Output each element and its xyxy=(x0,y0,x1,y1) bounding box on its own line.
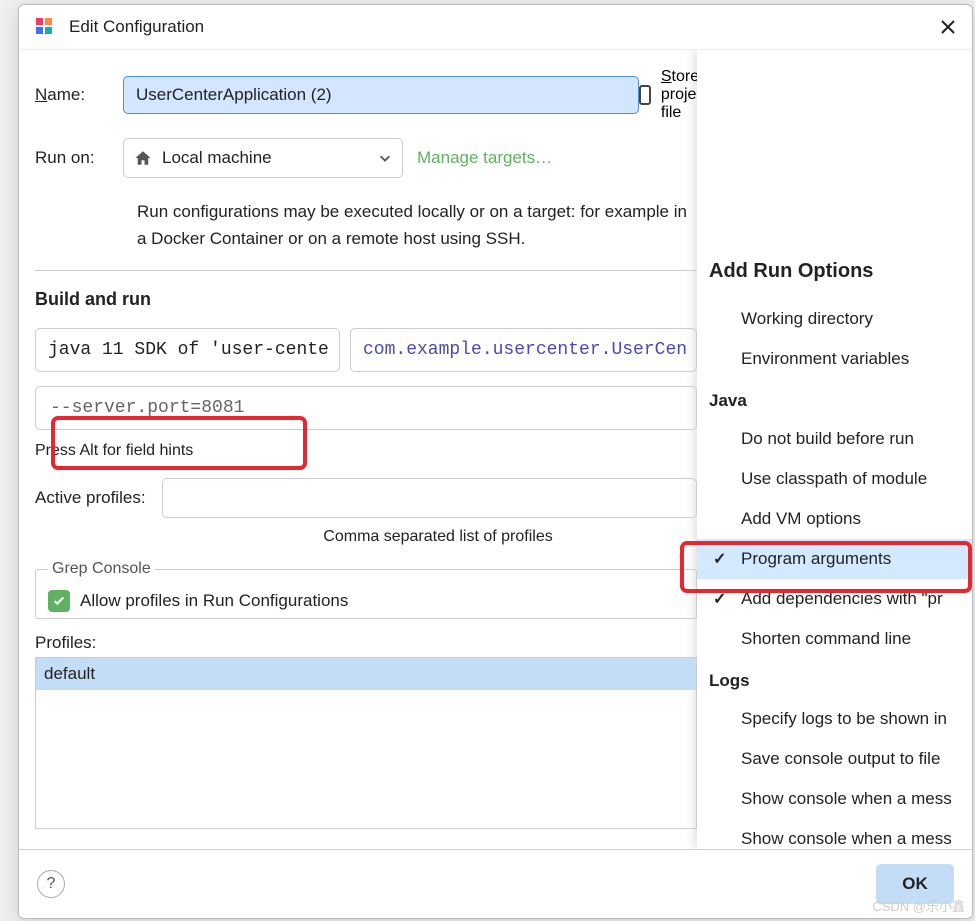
name-input[interactable] xyxy=(123,76,639,114)
dialog-body: Name: Store as project file Run on: Loca xyxy=(19,50,972,849)
option-show-console-2[interactable]: Show console when a mess xyxy=(697,819,972,849)
option-program-arguments[interactable]: ✓ Program arguments xyxy=(697,539,972,579)
close-icon xyxy=(940,19,956,35)
name-row: Name: Store as project file xyxy=(35,68,697,122)
build-and-run-header: Build and run xyxy=(35,289,697,310)
option-working-directory[interactable]: Working directory xyxy=(697,299,972,339)
dialog-title: Edit Configuration xyxy=(69,17,938,37)
add-run-options-title: Add Run Options xyxy=(697,238,972,299)
option-show-console-1[interactable]: Show console when a mess xyxy=(697,779,972,819)
dialog-footer: ? OK xyxy=(19,849,972,918)
option-specify-logs[interactable]: Specify logs to be shown in xyxy=(697,699,972,739)
profiles-item-default[interactable]: default xyxy=(36,658,696,690)
grep-console-fieldset: Grep Console Allow profiles in Run Confi… xyxy=(35,560,697,619)
close-button[interactable] xyxy=(938,17,958,37)
check-icon: ✓ xyxy=(713,549,726,569)
check-icon: ✓ xyxy=(713,589,726,609)
divider xyxy=(35,270,697,271)
manage-targets-link[interactable]: Manage targets… xyxy=(417,148,552,168)
help-button[interactable]: ? xyxy=(37,870,65,898)
edit-configuration-dialog: Edit Configuration Name: Store as projec… xyxy=(18,4,973,919)
option-environment-variables[interactable]: Environment variables xyxy=(697,339,972,379)
program-arguments-field[interactable]: --server.port=8081 xyxy=(35,386,697,430)
options-section-logs: Logs xyxy=(697,659,972,699)
runon-label: Run on: xyxy=(35,148,105,168)
runon-select[interactable]: Local machine xyxy=(123,138,403,178)
option-do-not-build[interactable]: Do not build before run xyxy=(697,419,972,459)
option-shorten-command-line[interactable]: Shorten command line xyxy=(697,619,972,659)
program-arguments-value: --server.port=8081 xyxy=(50,398,244,418)
active-profiles-row: Active profiles: xyxy=(35,478,697,518)
grep-console-legend: Grep Console xyxy=(48,560,155,578)
name-label: Name: xyxy=(35,85,105,105)
add-run-options-panel: Add Run Options Working directory Enviro… xyxy=(697,50,972,849)
sdk-field[interactable]: java 11 SDK of 'user-cente xyxy=(35,328,340,372)
runon-value: Local machine xyxy=(162,148,368,168)
intellij-icon xyxy=(33,15,57,39)
main-panel: Name: Store as project file Run on: Loca xyxy=(19,50,697,849)
build-run-row: java 11 SDK of 'user-cente com.example.u… xyxy=(35,328,697,372)
active-profiles-input[interactable] xyxy=(162,478,697,518)
profiles-label: Profiles: xyxy=(35,633,697,653)
option-add-vm-options[interactable]: Add VM options xyxy=(697,499,972,539)
store-checkbox[interactable] xyxy=(639,85,651,105)
store-label: Store as project file xyxy=(661,68,697,122)
options-section-java: Java xyxy=(697,379,972,419)
option-use-classpath[interactable]: Use classpath of module xyxy=(697,459,972,499)
chevron-down-icon xyxy=(378,151,392,165)
description-text: Run configurations may be executed local… xyxy=(137,198,697,252)
titlebar: Edit Configuration xyxy=(19,5,972,50)
allow-profiles-checkbox[interactable]: Allow profiles in Run Configurations xyxy=(48,590,684,612)
checkbox-checked-icon xyxy=(48,590,70,612)
option-save-console-output[interactable]: Save console output to file xyxy=(697,739,972,779)
field-hints-text: Press Alt for field hints xyxy=(35,442,697,460)
store-as-project-file[interactable]: Store as project file xyxy=(639,68,697,122)
active-profiles-label: Active profiles: xyxy=(35,488,146,508)
watermark: CSDN @乐小鑫 xyxy=(872,896,965,915)
option-add-dependencies[interactable]: ✓ Add dependencies with "pr xyxy=(697,579,972,619)
comma-hint: Comma separated list of profiles xyxy=(179,528,697,546)
runon-row: Run on: Local machine Manage targets… xyxy=(35,138,697,178)
home-icon xyxy=(134,149,152,167)
main-class-field[interactable]: com.example.usercenter.UserCen xyxy=(350,328,697,372)
profiles-list[interactable]: default xyxy=(35,657,697,829)
